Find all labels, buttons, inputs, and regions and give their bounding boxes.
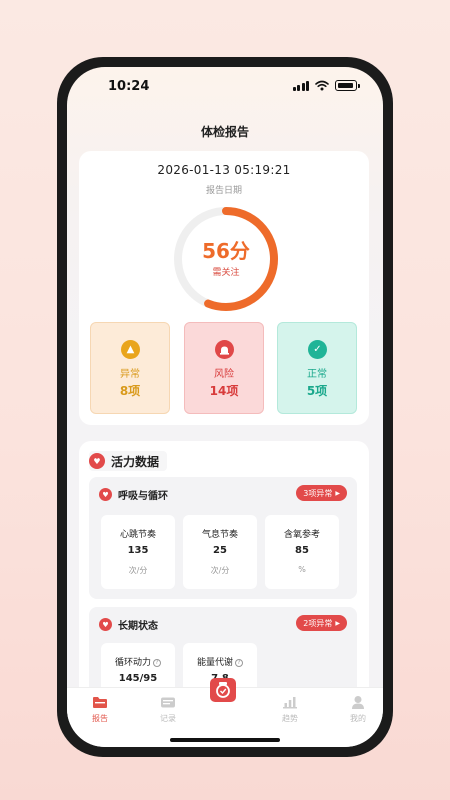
heart-icon: ♥: [99, 488, 112, 501]
home-indicator: [170, 738, 280, 742]
metric-unit: %: [298, 565, 306, 574]
check-icon: ✓: [308, 340, 327, 359]
metric-label: 心跳节奏: [119, 530, 156, 540]
wifi-icon: [315, 80, 329, 91]
metric-label: 循环动力?: [101, 655, 175, 668]
long-term-alert-button[interactable]: 2项异常 ▶: [296, 615, 347, 631]
tab-label: 我的: [350, 714, 366, 723]
page-title: 体检报告: [200, 125, 249, 139]
play-arrow-icon: ▶: [335, 489, 340, 497]
circulation-title: 呼吸与循环: [118, 491, 168, 502]
risk-count: 14项: [209, 384, 239, 398]
tab-label: 报告: [92, 714, 108, 723]
signal-icon: [292, 80, 309, 91]
status-icons: [292, 80, 360, 91]
heart-icon: ♥: [99, 618, 112, 631]
long-term-header: ♥ 长期状态: [99, 617, 158, 632]
report-date-label: 报告日期: [205, 186, 242, 196]
abnormal-stat[interactable]: ▲ 异常 8项: [90, 322, 170, 414]
long-term-alert-label: 2项异常: [303, 618, 333, 628]
oxygen-metric[interactable]: 含氧参考 85 %: [265, 515, 339, 589]
record-icon: [143, 694, 193, 710]
metric-label-text: 循环动力: [114, 658, 151, 668]
long-term-title: 长期状态: [118, 621, 158, 632]
phone-frame: 10:24 体检报告 2026-01-13 05:19:21 报告日期 56分 …: [57, 57, 393, 757]
vitals-title: 活力数据: [111, 454, 160, 469]
tab-profile[interactable]: 我的: [333, 694, 383, 724]
heart-rate-metric[interactable]: 心跳节奏 135 次/分: [101, 515, 175, 589]
circulation-alert-label: 3项异常: [303, 488, 333, 498]
user-icon: [333, 694, 383, 710]
metric-value: 25: [213, 545, 227, 556]
play-arrow-icon: ▶: [335, 619, 340, 627]
metric-unit: 次/分: [128, 566, 148, 575]
circulation-group: ♥ 呼吸与循环 3项异常 ▶ 心跳节奏 135 次/分 气息节奏 25 次/分: [89, 477, 357, 599]
alarm-icon: [215, 340, 234, 359]
tab-trends[interactable]: 趋势: [265, 694, 315, 724]
status-bar: 10:24: [67, 67, 383, 107]
metric-label: 能量代谢?: [183, 655, 257, 668]
metric-value: 145/95: [118, 673, 158, 684]
metric-label-text: 能量代谢: [196, 658, 233, 668]
metric-label: 含氧参考: [283, 530, 320, 540]
vitals-header: ♥ 活力数据: [89, 451, 168, 471]
risk-label: 风险: [214, 369, 234, 380]
tab-label: 趋势: [282, 714, 298, 723]
abnormal-label: 异常: [120, 369, 140, 380]
folder-icon: [75, 694, 125, 710]
risk-stat[interactable]: 风险 14项: [184, 322, 264, 414]
metric-value: 135: [127, 545, 149, 556]
help-icon[interactable]: ?: [153, 659, 161, 667]
score-status: 需关注: [212, 268, 240, 278]
status-time: 10:24: [108, 79, 150, 94]
abnormal-count: 8项: [119, 384, 141, 398]
camera-button[interactable]: [210, 678, 236, 702]
camera-icon: [216, 682, 230, 698]
help-icon[interactable]: ?: [235, 659, 243, 667]
summary-card: 2026-01-13 05:19:21 报告日期 56分 需关注 ▲ 异常 8项: [79, 151, 369, 425]
screen: 10:24 体检报告 2026-01-13 05:19:21 报告日期 56分 …: [67, 67, 383, 747]
breath-rate-metric[interactable]: 气息节奏 25 次/分: [183, 515, 257, 589]
chart-icon: [265, 694, 315, 710]
report-datetime: 2026-01-13 05:19:21: [157, 163, 291, 177]
tab-label: 记录: [160, 714, 176, 723]
tab-records[interactable]: 记录: [143, 694, 193, 724]
metric-unit: 次/分: [210, 566, 230, 575]
warning-icon: ▲: [121, 340, 140, 359]
metric-label: 气息节奏: [201, 530, 238, 540]
normal-stat[interactable]: ✓ 正常 5项: [277, 322, 357, 414]
normal-label: 正常: [307, 369, 327, 380]
metric-value: 85: [295, 545, 309, 556]
tab-report[interactable]: 报告: [75, 694, 125, 724]
score-value: 56分: [202, 239, 250, 263]
circulation-alert-button[interactable]: 3项异常 ▶: [296, 485, 347, 501]
battery-icon: [335, 80, 360, 91]
normal-count: 5项: [306, 384, 328, 398]
score-ring: 56分 需关注: [172, 205, 280, 313]
heart-icon: ♥: [89, 453, 105, 469]
circulation-header: ♥ 呼吸与循环: [99, 487, 168, 502]
